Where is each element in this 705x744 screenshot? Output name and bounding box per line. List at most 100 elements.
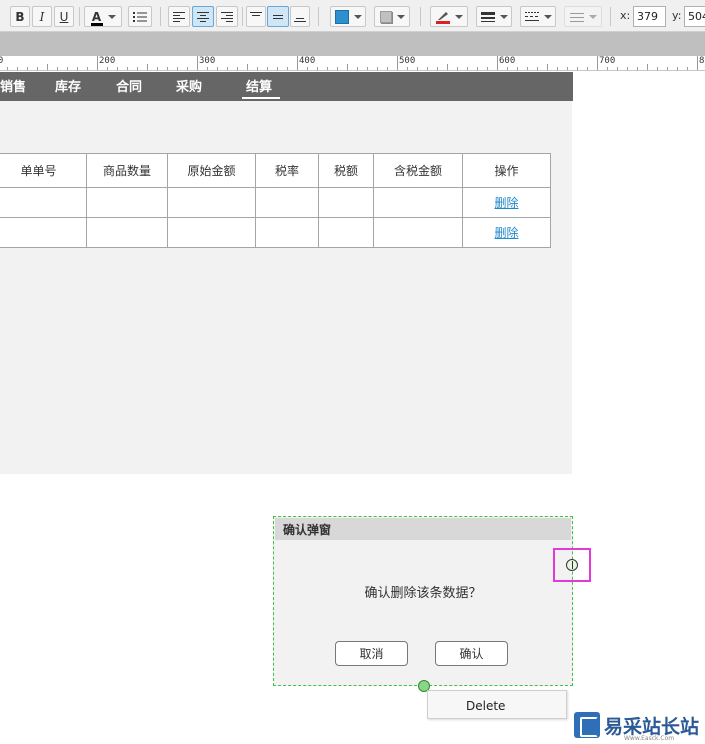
fill-color-swatch: [334, 9, 349, 24]
font-color-button[interactable]: A: [84, 6, 122, 27]
line-color-bar: [435, 20, 450, 24]
ruler-tick: [477, 67, 478, 70]
arrow-style-icon: [569, 12, 584, 22]
ruler-tick: [577, 67, 578, 70]
valign-middle-icon: [273, 14, 283, 19]
bullet-list-button[interactable]: [128, 6, 152, 27]
ruler-tick: [527, 67, 528, 70]
ruler-tick: [47, 64, 48, 70]
watermark: 易采站长站 Www.Easck.Com: [572, 710, 705, 744]
line-color-button[interactable]: [430, 6, 468, 27]
ruler-tick: [437, 67, 438, 70]
fill-color-button[interactable]: [330, 6, 366, 27]
ruler-tick: [257, 67, 258, 70]
ruler-tick: [367, 67, 368, 70]
ruler-tick: [407, 67, 408, 70]
x-label: x:: [620, 9, 631, 22]
ruler-tick: [627, 67, 628, 70]
ruler-tick: [487, 67, 488, 70]
ruler-tick: [447, 64, 448, 70]
nav-item-settlement[interactable]: 结算: [246, 76, 272, 95]
ruler-tick: [167, 67, 168, 70]
line-weight-icon: [480, 11, 495, 22]
align-left-button[interactable]: [168, 6, 190, 27]
ruler-tick: [87, 67, 88, 70]
table-cell: [167, 187, 256, 218]
delete-link[interactable]: 删除: [494, 196, 518, 210]
nav-item-sales[interactable]: 销售: [0, 76, 26, 95]
ruler-tick: [237, 67, 238, 70]
ruler-tick: [317, 67, 318, 70]
top-nav: 销售 库存 合同 采购 结算: [0, 72, 573, 101]
ruler-tick: [77, 67, 78, 70]
line-style-button[interactable]: [520, 6, 556, 27]
ruler-tick: [277, 67, 278, 70]
nav-item-purchase[interactable]: 采购: [176, 76, 202, 95]
table-cell: [255, 217, 319, 248]
cancel-button[interactable]: 取消: [335, 641, 408, 666]
valign-top-button[interactable]: [246, 6, 266, 27]
ruler-tick: [97, 56, 98, 70]
x-input[interactable]: 379: [633, 6, 666, 27]
ruler-tick: [117, 67, 118, 70]
toolbar-separator: [420, 7, 421, 26]
ruler-tick: [57, 67, 58, 70]
col-header-order-no: 单单号: [0, 153, 87, 188]
chevron-down-icon: [454, 14, 463, 19]
ruler-tick: [147, 64, 148, 70]
table-cell-actions: 删除: [462, 217, 551, 248]
context-menu-delete[interactable]: Delete: [466, 699, 505, 713]
ruler-tick: [137, 67, 138, 70]
ruler-tick: [187, 67, 188, 70]
table-cell: [373, 187, 463, 218]
ruler-label: 300: [199, 56, 216, 66]
ruler-tick: [427, 67, 428, 70]
col-header-tax-rate: 税率: [255, 153, 319, 188]
italic-button[interactable]: I: [32, 6, 52, 27]
ruler-tick: [377, 67, 378, 70]
ruler-label: 100: [0, 56, 3, 66]
line-weight-button[interactable]: [476, 6, 512, 27]
nav-item-contract[interactable]: 合同: [116, 76, 142, 95]
underline-button[interactable]: U: [54, 6, 74, 27]
nav-item-inventory[interactable]: 库存: [55, 76, 81, 95]
confirm-button[interactable]: 确认: [435, 641, 508, 666]
ruler-tick: [697, 56, 698, 70]
font-color-letter: A: [91, 9, 102, 24]
delete-link[interactable]: 删除: [494, 226, 518, 240]
power-icon[interactable]: [566, 559, 578, 571]
chevron-down-icon: [543, 14, 552, 19]
shadow-button[interactable]: [374, 6, 410, 27]
valign-middle-button[interactable]: [267, 6, 289, 27]
ruler-tick: [657, 67, 658, 70]
table-cell: [373, 217, 463, 248]
pen-icon: [437, 11, 448, 20]
table-row: 删除: [0, 217, 551, 248]
chevron-down-icon: [107, 14, 116, 19]
align-right-button[interactable]: [216, 6, 238, 27]
confirm-dialog[interactable]: 确认弹窗 确认删除该条数据？ 取消 确认: [273, 516, 573, 686]
chevron-down-icon: [396, 14, 405, 19]
bold-button[interactable]: B: [10, 6, 30, 27]
valign-bottom-icon: [294, 17, 306, 22]
y-input[interactable]: 504: [684, 6, 705, 27]
arrow-style-button[interactable]: [564, 6, 602, 27]
ruler-tick: [497, 56, 498, 70]
nav-active-indicator: [242, 97, 280, 99]
ruler-tick: [667, 67, 668, 70]
ruler-tick: [217, 67, 218, 70]
chevron-down-icon: [588, 14, 597, 19]
toolbar-separator: [318, 7, 319, 26]
table-cell: [255, 187, 319, 218]
ruler-tick: [457, 67, 458, 70]
align-left-icon: [173, 11, 185, 22]
valign-bottom-button[interactable]: [290, 6, 310, 27]
ruler-tick: [247, 64, 248, 70]
ruler-tick: [297, 56, 298, 70]
canvas-area: [0, 72, 572, 474]
align-center-button[interactable]: [192, 6, 214, 27]
ruler-tick: [207, 67, 208, 70]
table-cell: [0, 217, 87, 248]
ruler-tick: [287, 67, 288, 70]
table-cell: [167, 217, 256, 248]
